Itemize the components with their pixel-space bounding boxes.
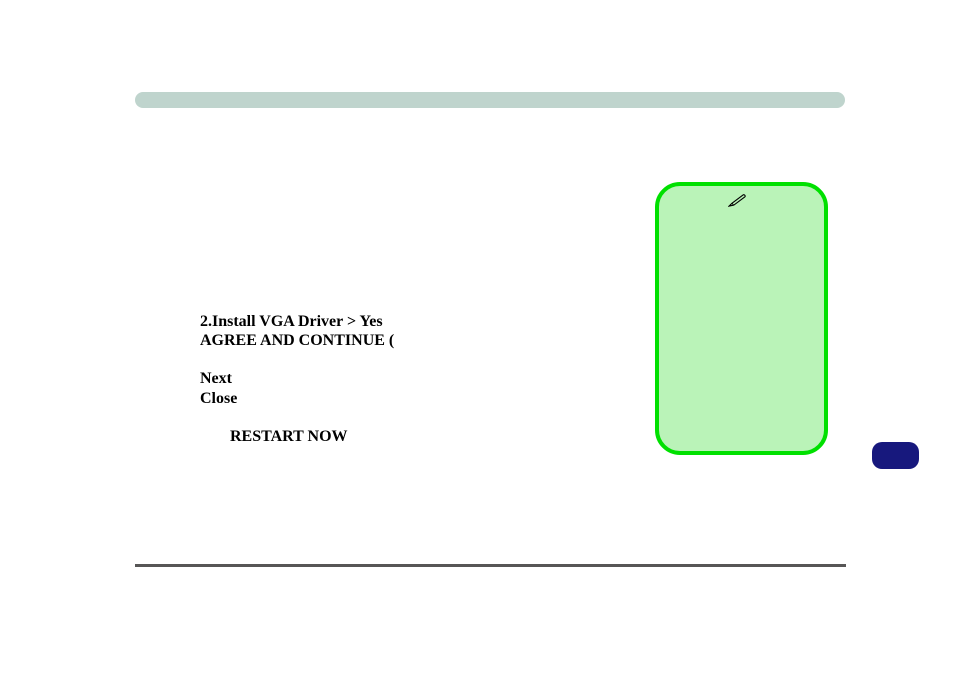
instruction-line-5: RESTART NOW [200, 427, 394, 446]
header-bar [135, 92, 845, 108]
instruction-line-3: Next [200, 369, 394, 388]
footer-divider [135, 564, 846, 567]
instruction-line-1: 2.Install VGA Driver > Yes [200, 312, 394, 331]
note-panel [655, 182, 828, 455]
instruction-block: 2.Install VGA Driver > Yes AGREE AND CON… [200, 312, 394, 446]
page-indicator [872, 442, 919, 469]
instruction-line-4: Close [200, 389, 394, 408]
instruction-line-2: AGREE AND CONTINUE ( [200, 331, 394, 350]
